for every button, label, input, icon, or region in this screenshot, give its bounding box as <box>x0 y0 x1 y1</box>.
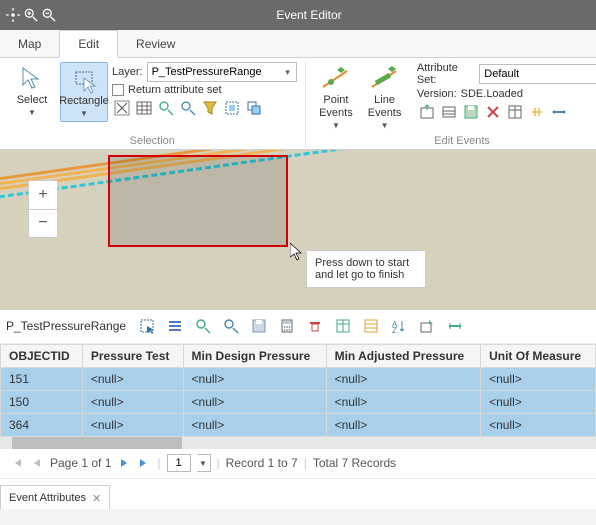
pager-prev-button[interactable] <box>30 457 44 469</box>
panel-delete-icon[interactable] <box>306 317 324 335</box>
pager-records-text: Record 1 to 7 <box>226 456 298 470</box>
point-events-button[interactable]: Point Events▼ <box>314 62 359 133</box>
pager-first-button[interactable] <box>10 457 24 469</box>
h-scrollbar[interactable] <box>0 437 596 449</box>
window-titlebar: Event Editor <box>0 0 596 30</box>
panel-zoom-icon[interactable] <box>194 317 212 335</box>
pager-page-dropdown[interactable]: ▼ <box>197 454 211 472</box>
selection-rectangle <box>108 155 288 247</box>
save-edits-icon[interactable] <box>461 102 481 122</box>
chevron-down-icon: ▼ <box>80 109 88 119</box>
layer-dropdown[interactable]: P_TestPressureRange ▼ <box>147 62 297 82</box>
tab-event-attributes[interactable]: Event Attributes ✕ <box>0 485 110 509</box>
pager-total-text: Total 7 Records <box>313 456 396 470</box>
group-edit-events: Point Events▼ Line Events▼ Attribute Set… <box>306 62 596 147</box>
zoom-out-button[interactable]: − <box>29 209 57 237</box>
table-row[interactable]: 150<null><null><null><null> <box>1 390 596 413</box>
zoom-control: + − <box>28 180 58 238</box>
line-events-button[interactable]: Line Events▼ <box>362 62 407 133</box>
map-view[interactable]: Press down to start and let go to finish… <box>0 150 596 310</box>
select-all-icon[interactable] <box>222 98 242 118</box>
panel-select-icon[interactable] <box>138 317 156 335</box>
merge-icon[interactable] <box>549 102 569 122</box>
pager-last-button[interactable] <box>137 457 151 469</box>
panel-layer-name: P_TestPressureRange <box>6 319 126 333</box>
col-min-design[interactable]: Min Design Pressure <box>183 344 326 367</box>
panel-sort-icon[interactable]: AZ <box>390 317 408 335</box>
clear-selection-icon[interactable] <box>112 98 132 118</box>
pager: Page 1 of 1 | ▼ | Record 1 to 7 | Total … <box>0 449 596 479</box>
layer-label: Layer: <box>112 66 143 78</box>
chevron-down-icon: ▼ <box>332 121 340 131</box>
version-value: SDE.Loaded <box>461 88 523 100</box>
select-options-icon[interactable] <box>244 98 264 118</box>
tab-review[interactable]: Review <box>118 30 193 57</box>
panel-save-icon[interactable] <box>250 317 268 335</box>
select-button[interactable]: Select▼ <box>8 62 56 120</box>
attributes-icon[interactable] <box>505 102 525 122</box>
group-selection-label: Selection <box>8 133 297 147</box>
attr-set-label: Attribute Set: <box>417 62 475 86</box>
table-row[interactable]: 364<null><null><null><null> <box>1 413 596 436</box>
chevron-down-icon: ▼ <box>284 68 292 77</box>
group-edit-events-label: Edit Events <box>314 133 596 147</box>
zoom-in-button[interactable]: + <box>29 181 57 209</box>
filter-icon[interactable] <box>200 98 220 118</box>
svg-text:Z: Z <box>392 326 397 334</box>
pager-page-input[interactable] <box>167 454 191 472</box>
col-min-adjusted[interactable]: Min Adjusted Pressure <box>326 344 481 367</box>
bottom-tabstrip: Event Attributes ✕ <box>0 479 596 509</box>
ribbon: Select▼ Rectangle▼ Layer: P_TestPressure… <box>0 58 596 150</box>
table-row[interactable]: 151<null><null><null><null> <box>1 367 596 390</box>
zoom-out-icon[interactable] <box>42 8 56 22</box>
attribute-table: OBJECTID Pressure Test Min Design Pressu… <box>0 344 596 449</box>
main-tabs: Map Edit Review <box>0 30 596 58</box>
panel-fields-icon[interactable] <box>334 317 352 335</box>
return-attr-checkbox[interactable] <box>112 84 124 96</box>
add-event-icon[interactable] <box>417 102 437 122</box>
col-objectid[interactable]: OBJECTID <box>1 344 83 367</box>
panel-pan-icon[interactable] <box>222 317 240 335</box>
pager-page-text: Page 1 of 1 <box>50 456 111 470</box>
pan-selection-icon[interactable] <box>178 98 198 118</box>
group-selection: Select▼ Rectangle▼ Layer: P_TestPressure… <box>0 62 306 147</box>
discard-edits-icon[interactable] <box>483 102 503 122</box>
panel-measure-icon[interactable] <box>446 317 464 335</box>
cursor-icon <box>290 243 304 261</box>
pager-next-button[interactable] <box>117 457 131 469</box>
chevron-down-icon: ▼ <box>381 121 389 131</box>
tab-map[interactable]: Map <box>0 30 59 57</box>
map-tooltip: Press down to start and let go to finish <box>306 250 426 288</box>
zoom-in-icon[interactable] <box>24 8 38 22</box>
panel-show-all-icon[interactable] <box>166 317 184 335</box>
zoom-selection-icon[interactable] <box>156 98 176 118</box>
panel-config-icon[interactable] <box>362 317 380 335</box>
col-pressure-test[interactable]: Pressure Test <box>82 344 183 367</box>
window-title: Event Editor <box>62 8 596 22</box>
close-icon[interactable]: ✕ <box>92 492 101 505</box>
attribute-panel-header: P_TestPressureRange AZ <box>0 310 596 344</box>
table-icon[interactable] <box>134 98 154 118</box>
attr-set-dropdown[interactable]: Default ▼ <box>479 64 596 84</box>
panel-calculate-icon[interactable] <box>278 317 296 335</box>
panel-export-icon[interactable] <box>418 317 436 335</box>
chevron-down-icon: ▼ <box>28 108 36 118</box>
version-label: Version: <box>417 88 457 100</box>
recenter-icon[interactable] <box>6 8 20 22</box>
rectangle-select-button[interactable]: Rectangle▼ <box>60 62 108 122</box>
tab-edit[interactable]: Edit <box>59 30 118 58</box>
col-unit[interactable]: Unit Of Measure <box>481 344 596 367</box>
return-attr-label: Return attribute set <box>128 84 222 96</box>
split-icon[interactable] <box>527 102 547 122</box>
edit-event-icon[interactable] <box>439 102 459 122</box>
